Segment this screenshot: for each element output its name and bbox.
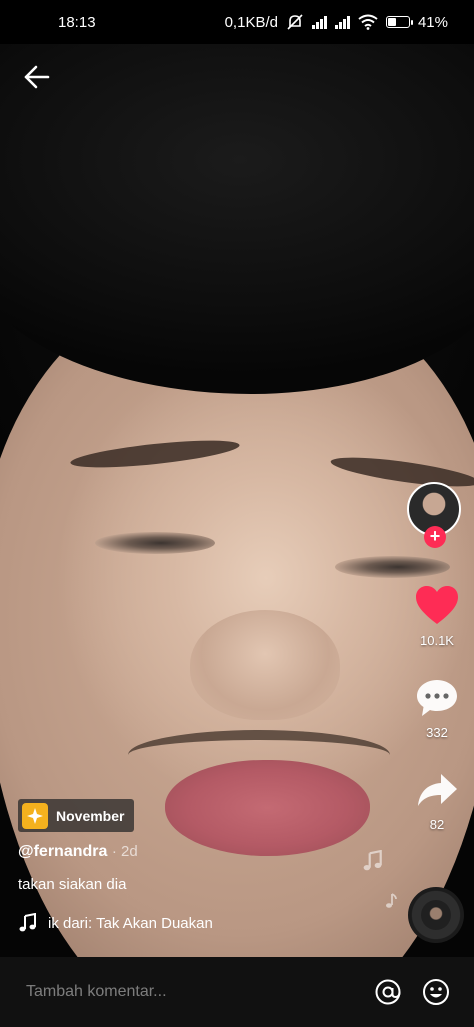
music-disc[interactable] bbox=[408, 887, 464, 943]
video-lips bbox=[165, 760, 370, 856]
author-username[interactable]: @fernandra bbox=[18, 843, 107, 860]
wifi-icon bbox=[358, 14, 378, 30]
music-disc-cover bbox=[421, 900, 451, 930]
battery-icon bbox=[385, 16, 413, 28]
creator-avatar-group[interactable]: + bbox=[407, 482, 465, 550]
sparkle-icon bbox=[22, 802, 48, 829]
video-eye-right bbox=[335, 556, 450, 578]
share-count: 82 bbox=[429, 817, 445, 832]
share-arrow-icon[interactable] bbox=[415, 772, 459, 810]
post-age: · 2d bbox=[111, 843, 138, 860]
video-hair-area bbox=[0, 44, 474, 394]
heart-icon[interactable] bbox=[414, 584, 460, 626]
like-button[interactable]: 10.1K bbox=[408, 584, 466, 648]
status-bar: 18:13 0,1KB/d 41% bbox=[0, 0, 474, 44]
like-count: 10.1K bbox=[420, 633, 454, 648]
comment-icon[interactable] bbox=[415, 678, 459, 718]
author-line[interactable]: @fernandra · 2d bbox=[18, 843, 138, 861]
video-nose bbox=[190, 610, 340, 720]
sticker-tag-label: November bbox=[56, 807, 125, 824]
signal-icon-1 bbox=[311, 15, 327, 29]
video-eye-left bbox=[95, 532, 215, 554]
status-time: 18:13 bbox=[58, 13, 96, 31]
music-note-icon bbox=[19, 913, 36, 932]
mute-alarm-icon bbox=[287, 14, 303, 30]
emoji-icon[interactable] bbox=[422, 978, 450, 1006]
signal-icon-2 bbox=[334, 15, 350, 29]
at-mention-icon[interactable] bbox=[374, 978, 402, 1006]
battery-percent: 41% bbox=[417, 13, 448, 31]
video-caption: takan siakan dia bbox=[18, 876, 127, 893]
comment-button[interactable]: 332 bbox=[408, 678, 466, 740]
music-info[interactable]: ik dari: Tak Akan Duakan bbox=[18, 913, 213, 933]
floating-note-icon-small bbox=[386, 893, 397, 908]
arrow-left-icon[interactable] bbox=[22, 62, 52, 92]
comment-count: 332 bbox=[426, 725, 448, 740]
floating-note-icon bbox=[363, 850, 382, 871]
music-title: ik dari: Tak Akan Duakan bbox=[48, 914, 213, 932]
share-button[interactable]: 82 bbox=[408, 772, 466, 832]
sticker-tag[interactable]: November bbox=[18, 799, 135, 832]
comment-input[interactable] bbox=[24, 982, 354, 1002]
comment-bar bbox=[0, 957, 474, 1027]
network-speed: 0,1KB/d bbox=[224, 13, 278, 31]
status-icons: 0,1KB/d 41% bbox=[225, 13, 448, 31]
follow-plus-icon[interactable]: + bbox=[424, 526, 446, 548]
